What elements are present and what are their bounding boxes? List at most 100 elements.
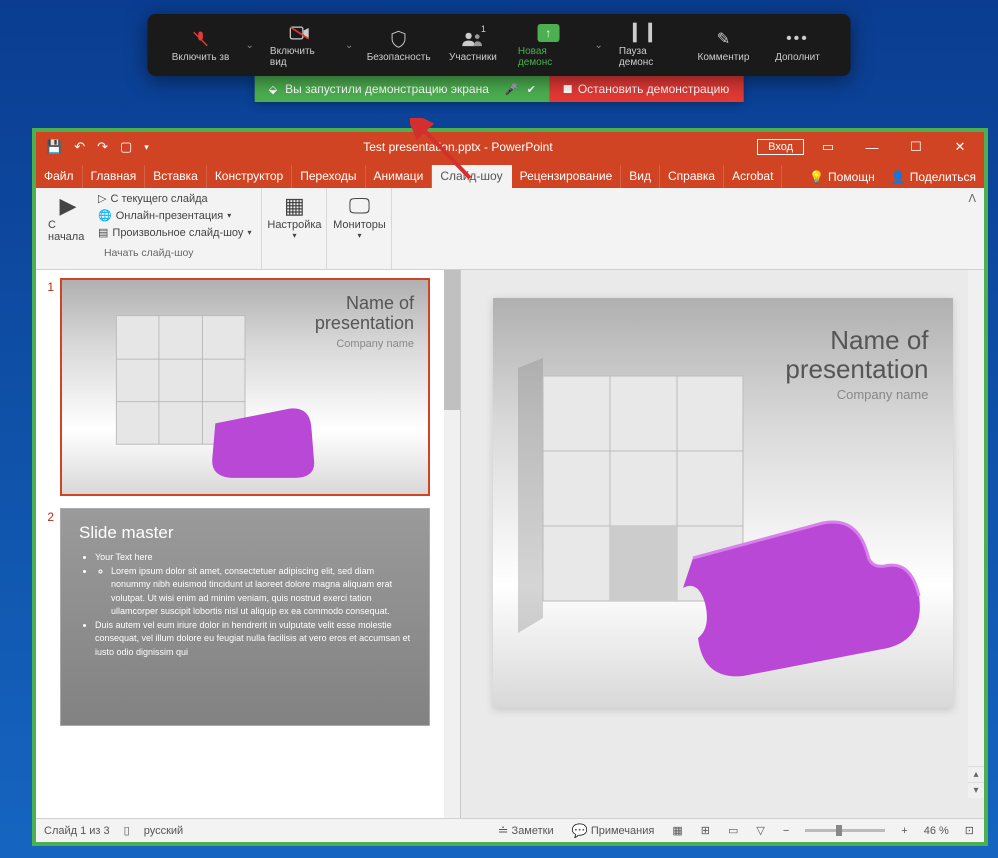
share-chevron[interactable]: ⌄ (589, 40, 609, 51)
normal-view-button[interactable]: ▦ (670, 824, 684, 837)
from-beginning-button[interactable]: ▶ С начала (44, 191, 92, 245)
participants-button[interactable]: 1 Участники (438, 26, 508, 65)
mic-muted-icon: 🎤 (505, 83, 519, 96)
globe-icon: 🌐 (98, 209, 112, 222)
tab-slideshow[interactable]: Слайд-шоу (432, 165, 511, 188)
tab-transitions[interactable]: Переходы (292, 165, 365, 188)
thumbs-scrollbar[interactable] (444, 270, 460, 818)
from-start-label: С начала (48, 219, 88, 243)
chevron-down-icon: ▾ (292, 231, 296, 240)
setup-button[interactable]: ▦ Настройка ▾ (270, 191, 318, 242)
minimize-button[interactable]: — (852, 132, 892, 162)
from-current-button[interactable]: ▷С текущего слайда (96, 191, 253, 206)
more-label: Дополнит (775, 52, 820, 63)
comments-button[interactable]: 💬Примечания (570, 823, 657, 839)
thumbnail-2[interactable]: 2 Slide master Your Text here Lorem ipsu… (40, 508, 456, 726)
ribbon-group-setup: ▦ Настройка ▾ (262, 188, 327, 269)
monitors-button[interactable]: 🖵 Мониторы ▾ (335, 191, 383, 242)
save-icon[interactable]: 💾 (46, 139, 62, 155)
redo-icon[interactable]: ↷ (97, 139, 108, 155)
thumbnail-1[interactable]: 1 Name ofpresentation Company name (40, 278, 456, 496)
tab-acrobat[interactable]: Acrobat (724, 165, 782, 188)
monitor-icon: 🖵 (349, 193, 370, 219)
tell-me-button[interactable]: 💡Помощн (801, 166, 883, 188)
ribbon-group-monitors: 🖵 Мониторы ▾ (327, 188, 392, 269)
tab-file[interactable]: Файл (36, 165, 83, 188)
slide2-bullet: Duis autem vel eum iriure dolor in hendr… (95, 619, 411, 660)
tab-home[interactable]: Главная (83, 165, 146, 188)
share-icon: ↑ (537, 24, 559, 42)
powerpoint-window: 💾 ↶ ↷ ▢ ▾ Test presentation.pptx - Power… (32, 128, 988, 846)
language-button[interactable]: русский (144, 825, 183, 837)
notes-button[interactable]: ≐Заметки (496, 823, 556, 839)
group-start-label: Начать слайд-шоу (44, 245, 253, 261)
tab-help[interactable]: Справка (660, 165, 724, 188)
tell-me-label: Помощн (828, 170, 875, 184)
qat-dropdown-icon[interactable]: ▾ (144, 142, 149, 153)
prev-slide-button[interactable]: ▴ (968, 766, 984, 782)
annotate-button[interactable]: ✎ Комментир (688, 26, 758, 65)
shield-icon (391, 28, 407, 50)
start-video-button[interactable]: Включить вид (264, 20, 335, 70)
ribbon-tabs: Файл Главная Вставка Конструктор Переход… (36, 162, 984, 188)
share-button[interactable]: 👤Поделиться (883, 166, 984, 188)
tab-animations[interactable]: Анимаци (366, 165, 433, 188)
mic-chevron[interactable]: ⌄ (240, 40, 260, 51)
annotate-label: Комментир (698, 52, 750, 63)
unmute-button[interactable]: Включить зв (166, 26, 236, 65)
zoom-out-button[interactable]: − (781, 825, 791, 837)
pencil-icon: ✎ (717, 28, 730, 50)
spell-check-icon[interactable]: ▯ (124, 824, 130, 837)
start-show-icon[interactable]: ▢ (120, 139, 132, 155)
security-button[interactable]: Безопасность (363, 26, 434, 65)
participants-count: 1 (481, 24, 486, 34)
close-button[interactable]: ✕ (940, 132, 980, 162)
thumb-slide-2: Slide master Your Text here Lorem ipsum … (60, 508, 430, 726)
comment-icon: 💬 (572, 823, 588, 839)
tab-insert[interactable]: Вставка (145, 165, 207, 188)
tab-review[interactable]: Рецензирование (512, 165, 622, 188)
online-presentation-button[interactable]: 🌐Онлайн-презентация ▾ (96, 208, 253, 223)
slide-counter: Слайд 1 из 3 (44, 825, 110, 837)
more-button[interactable]: ••• Дополнит (762, 26, 832, 65)
undo-icon[interactable]: ↶ (74, 139, 85, 155)
tab-design[interactable]: Конструктор (207, 165, 292, 188)
next-slide-button[interactable]: ▾ (968, 782, 984, 798)
slide-thumbnails-panel: 1 Name ofpresentation Company name (36, 270, 461, 818)
fit-to-window-button[interactable]: ⊡ (963, 824, 976, 837)
video-chevron[interactable]: ⌄ (339, 40, 359, 51)
zoom-slider[interactable] (805, 829, 885, 832)
chevron-down-icon: ▾ (247, 228, 251, 237)
zoom-in-button[interactable]: + (899, 825, 909, 837)
reading-view-button[interactable]: ▭ (726, 824, 740, 837)
pause-icon: ▎▎ (633, 22, 664, 44)
notes-icon: ≐ (498, 823, 509, 839)
stop-share-button[interactable]: Остановить демонстрацию (550, 76, 743, 102)
ribbon: ▶ С начала ▷С текущего слайда 🌐Онлайн-пр… (36, 188, 984, 270)
preview-v-scrollbar[interactable] (968, 270, 984, 798)
custom-show-icon: ▤ (98, 226, 108, 239)
zoom-level[interactable]: 46 % (924, 825, 949, 837)
slide-subtitle: Company name (785, 387, 928, 402)
tab-view[interactable]: Вид (621, 165, 660, 188)
custom-slideshow-button[interactable]: ▤Произвольное слайд-шоу ▾ (96, 225, 253, 240)
sorter-view-button[interactable]: ⊞ (699, 824, 712, 837)
quick-access-toolbar: 💾 ↶ ↷ ▢ ▾ (36, 139, 159, 155)
maximize-button[interactable]: ☐ (896, 132, 936, 162)
login-button[interactable]: Вход (757, 139, 804, 155)
setup-icon: ▦ (284, 193, 305, 219)
slide-canvas[interactable]: Name ofpresentation Company name (493, 298, 953, 708)
slideshow-view-button[interactable]: ▽ (754, 824, 766, 837)
new-share-button[interactable]: ↑ Новая демонс (512, 20, 585, 70)
slide-preview-area: Name ofpresentation Company name ▴ ▾ (461, 270, 984, 818)
shield-check-icon: ✔ (527, 83, 536, 96)
play-icon: ▷ (98, 192, 106, 205)
collapse-ribbon-button[interactable]: ᐱ (960, 188, 984, 269)
ribbon-options-icon[interactable]: ▭ (808, 132, 848, 162)
pause-share-button[interactable]: ▎▎ Пауза демонс (613, 20, 685, 70)
slide2-title: Slide master (79, 523, 411, 543)
unmute-label: Включить зв (172, 52, 230, 63)
share-status-text: Вы запустили демонстрацию экрана (285, 82, 489, 96)
slide2-bullet: Lorem ipsum dolor sit amet, consectetuer… (111, 565, 411, 619)
content-area: 1 Name ofpresentation Company name (36, 270, 984, 818)
